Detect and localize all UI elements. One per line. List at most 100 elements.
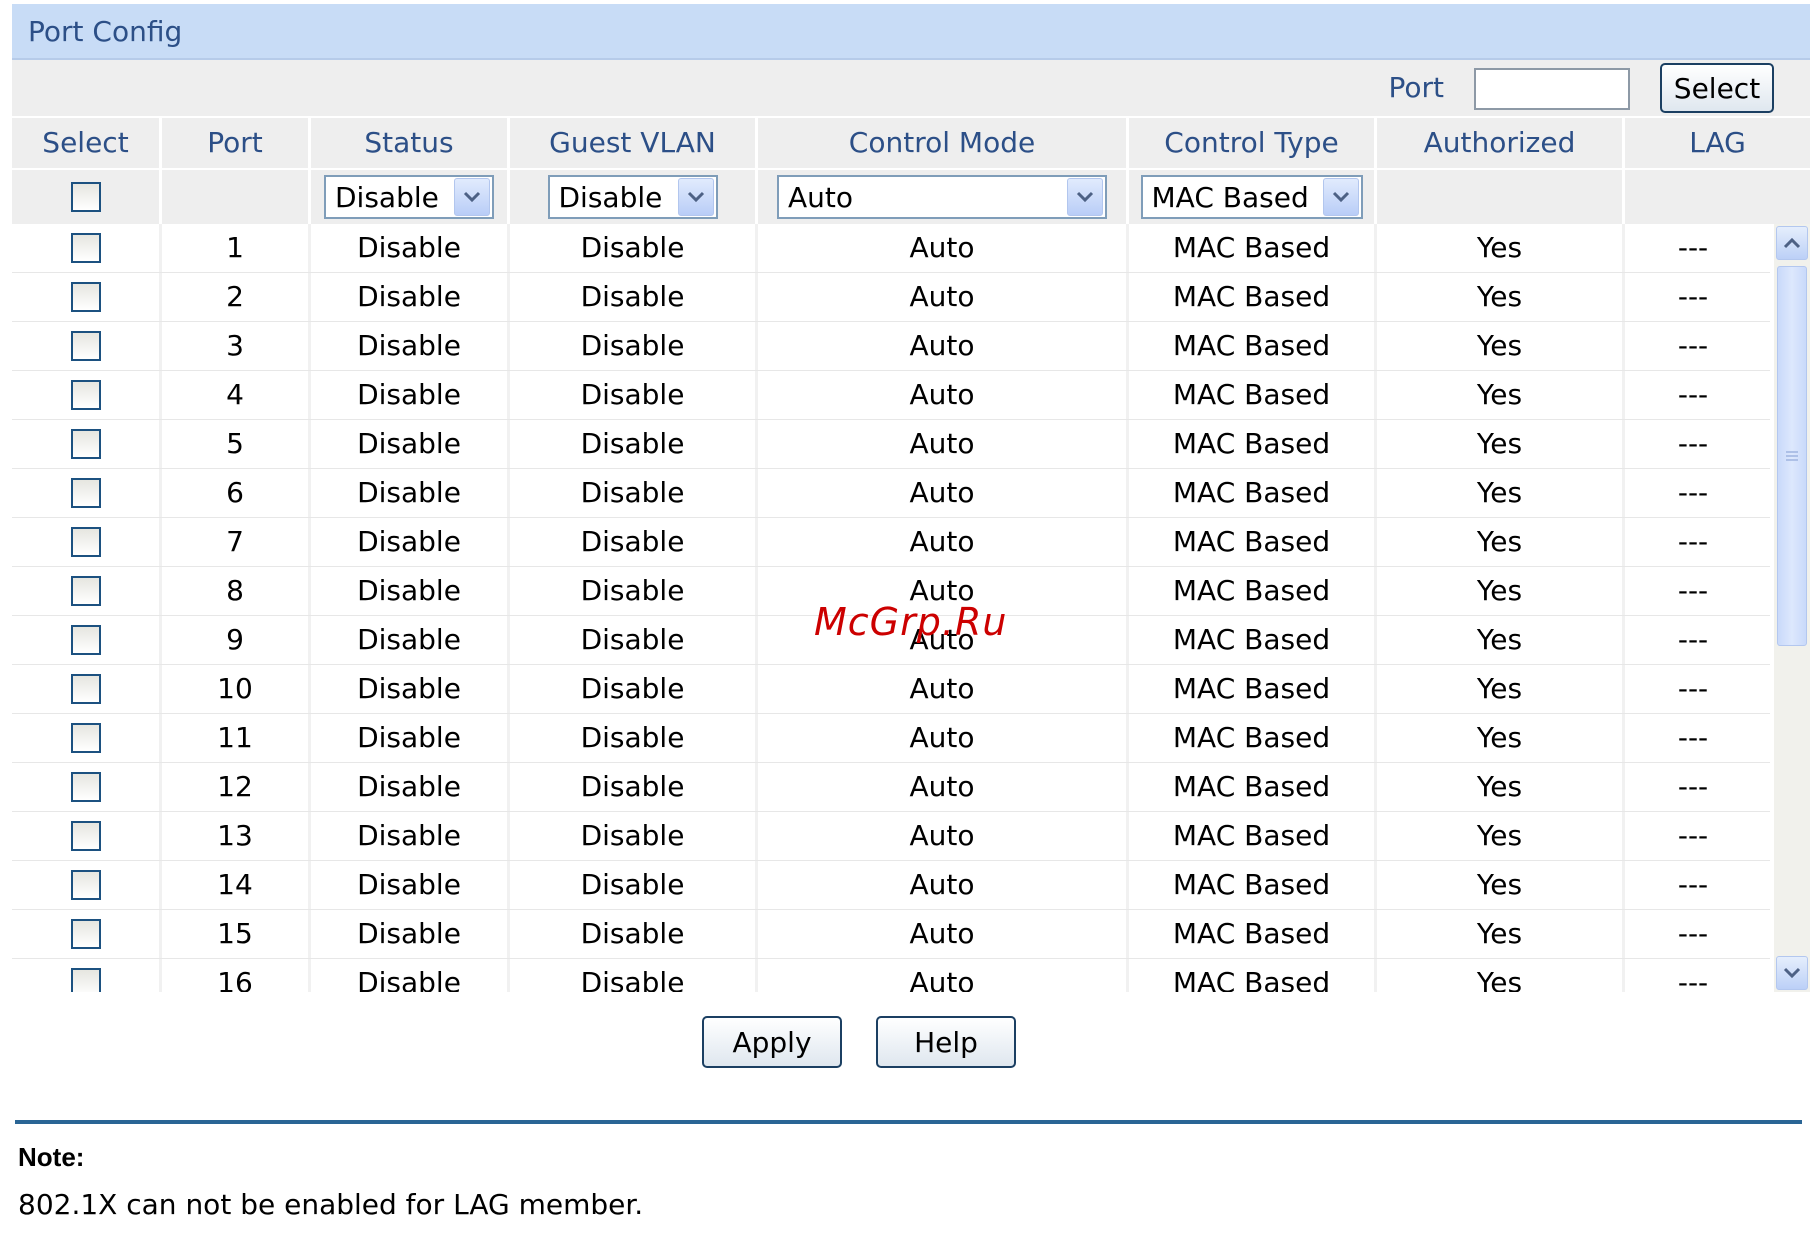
chevron-down-icon[interactable]	[677, 178, 714, 216]
row-authorized: Yes	[1377, 861, 1625, 909]
port-config-panel: Port Config Port Select Select Port Stat…	[12, 4, 1810, 992]
row-control-type: MAC Based	[1129, 273, 1377, 321]
row-control-type: MAC Based	[1129, 224, 1377, 272]
row-checkbox[interactable]	[70, 919, 101, 949]
row-port: 5	[162, 420, 311, 468]
table-row: 4 Disable Disable Auto MAC Based Yes ---	[12, 371, 1770, 420]
port-filter-label: Port	[1388, 71, 1444, 104]
row-lag: ---	[1677, 231, 1709, 264]
row-lag: ---	[1677, 574, 1709, 607]
row-port: 3	[162, 322, 311, 370]
row-checkbox[interactable]	[70, 968, 101, 992]
row-select-cell	[12, 861, 162, 909]
table-row: 12 Disable Disable Auto MAC Based Yes --…	[12, 763, 1770, 812]
bulk-control-type-cell: MAC Based	[1129, 170, 1377, 224]
row-status: Disable	[311, 812, 510, 860]
row-checkbox[interactable]	[70, 772, 101, 802]
chevron-down-icon[interactable]	[454, 178, 490, 216]
table-row: 6 Disable Disable Auto MAC Based Yes ---	[12, 469, 1770, 518]
port-select-button[interactable]: Select	[1660, 63, 1774, 113]
help-button[interactable]: Help	[876, 1016, 1016, 1068]
col-header-status: Status	[311, 118, 510, 168]
row-select-cell	[12, 273, 162, 321]
control-mode-select[interactable]: Auto	[777, 175, 1107, 219]
row-checkbox[interactable]	[70, 821, 101, 851]
note-divider	[15, 1120, 1802, 1124]
row-select-cell	[12, 763, 162, 811]
row-checkbox[interactable]	[70, 233, 101, 263]
row-control-type: MAC Based	[1129, 665, 1377, 713]
row-control-type: MAC Based	[1129, 469, 1377, 517]
row-authorized: Yes	[1377, 567, 1625, 615]
row-port: 16	[162, 959, 311, 992]
row-control-mode: Auto	[758, 518, 1129, 566]
chevron-down-icon[interactable]	[1067, 178, 1103, 216]
row-lag: ---	[1677, 721, 1709, 754]
table-header: Select Port Status Guest VLAN Control Mo…	[12, 118, 1810, 168]
row-checkbox[interactable]	[70, 478, 101, 508]
row-checkbox[interactable]	[70, 625, 101, 655]
row-control-mode: Auto	[758, 616, 1129, 664]
control-type-select-value: MAC Based	[1151, 180, 1309, 214]
row-status: Disable	[311, 224, 510, 272]
select-all-checkbox[interactable]	[70, 182, 101, 212]
port-table-scroll-area[interactable]: 1 Disable Disable Auto MAC Based Yes ---…	[12, 224, 1810, 992]
col-header-port: Port	[162, 118, 311, 168]
chevron-down-icon[interactable]	[1322, 178, 1359, 216]
table-row: 16 Disable Disable Auto MAC Based Yes --…	[12, 959, 1770, 992]
row-authorized: Yes	[1377, 224, 1625, 272]
row-select-cell	[12, 910, 162, 958]
row-guest-vlan: Disable	[510, 322, 758, 370]
row-checkbox[interactable]	[70, 870, 101, 900]
status-select[interactable]: Disable	[324, 175, 494, 219]
table-scrollbar[interactable]	[1774, 224, 1810, 992]
row-lag: ---	[1677, 329, 1709, 362]
port-config-page: Port Config Port Select Select Port Stat…	[0, 0, 1815, 1249]
control-type-select[interactable]: MAC Based	[1140, 175, 1363, 219]
row-checkbox[interactable]	[70, 527, 101, 557]
row-port: 8	[162, 567, 311, 615]
bulk-select-cell	[12, 170, 162, 224]
guest-vlan-select[interactable]: Disable	[547, 175, 718, 219]
row-authorized: Yes	[1377, 910, 1625, 958]
row-control-mode: Auto	[758, 665, 1129, 713]
row-checkbox[interactable]	[70, 331, 101, 361]
row-authorized: Yes	[1377, 714, 1625, 762]
bulk-lag-cell	[1625, 170, 1810, 224]
row-control-mode: Auto	[758, 469, 1129, 517]
row-status: Disable	[311, 322, 510, 370]
row-port: 1	[162, 224, 311, 272]
row-checkbox[interactable]	[70, 723, 101, 753]
col-header-select: Select	[12, 118, 162, 168]
row-checkbox[interactable]	[70, 576, 101, 606]
row-select-cell	[12, 959, 162, 992]
row-authorized: Yes	[1377, 763, 1625, 811]
row-select-cell	[12, 616, 162, 664]
port-filter-input[interactable]	[1474, 68, 1630, 110]
row-lag: ---	[1677, 623, 1709, 656]
row-port: 10	[162, 665, 311, 713]
col-header-authorized: Authorized	[1377, 118, 1625, 168]
apply-button[interactable]: Apply	[702, 1016, 842, 1068]
row-lag: ---	[1677, 917, 1709, 950]
scroll-up-icon[interactable]	[1776, 226, 1808, 260]
row-guest-vlan: Disable	[510, 567, 758, 615]
table-row: 15 Disable Disable Auto MAC Based Yes --…	[12, 910, 1770, 959]
scrollbar-thumb[interactable]	[1777, 266, 1807, 646]
row-checkbox[interactable]	[70, 380, 101, 410]
row-checkbox[interactable]	[70, 674, 101, 704]
scroll-down-icon[interactable]	[1776, 956, 1808, 990]
note-title: Note:	[18, 1142, 85, 1172]
row-port: 2	[162, 273, 311, 321]
row-lag: ---	[1677, 819, 1709, 852]
row-checkbox[interactable]	[70, 282, 101, 312]
row-port: 13	[162, 812, 311, 860]
row-lag: ---	[1677, 672, 1709, 705]
row-status: Disable	[311, 273, 510, 321]
row-guest-vlan: Disable	[510, 665, 758, 713]
row-lag: ---	[1677, 770, 1709, 803]
row-guest-vlan: Disable	[510, 910, 758, 958]
row-control-type: MAC Based	[1129, 322, 1377, 370]
row-checkbox[interactable]	[70, 429, 101, 459]
row-status: Disable	[311, 420, 510, 468]
